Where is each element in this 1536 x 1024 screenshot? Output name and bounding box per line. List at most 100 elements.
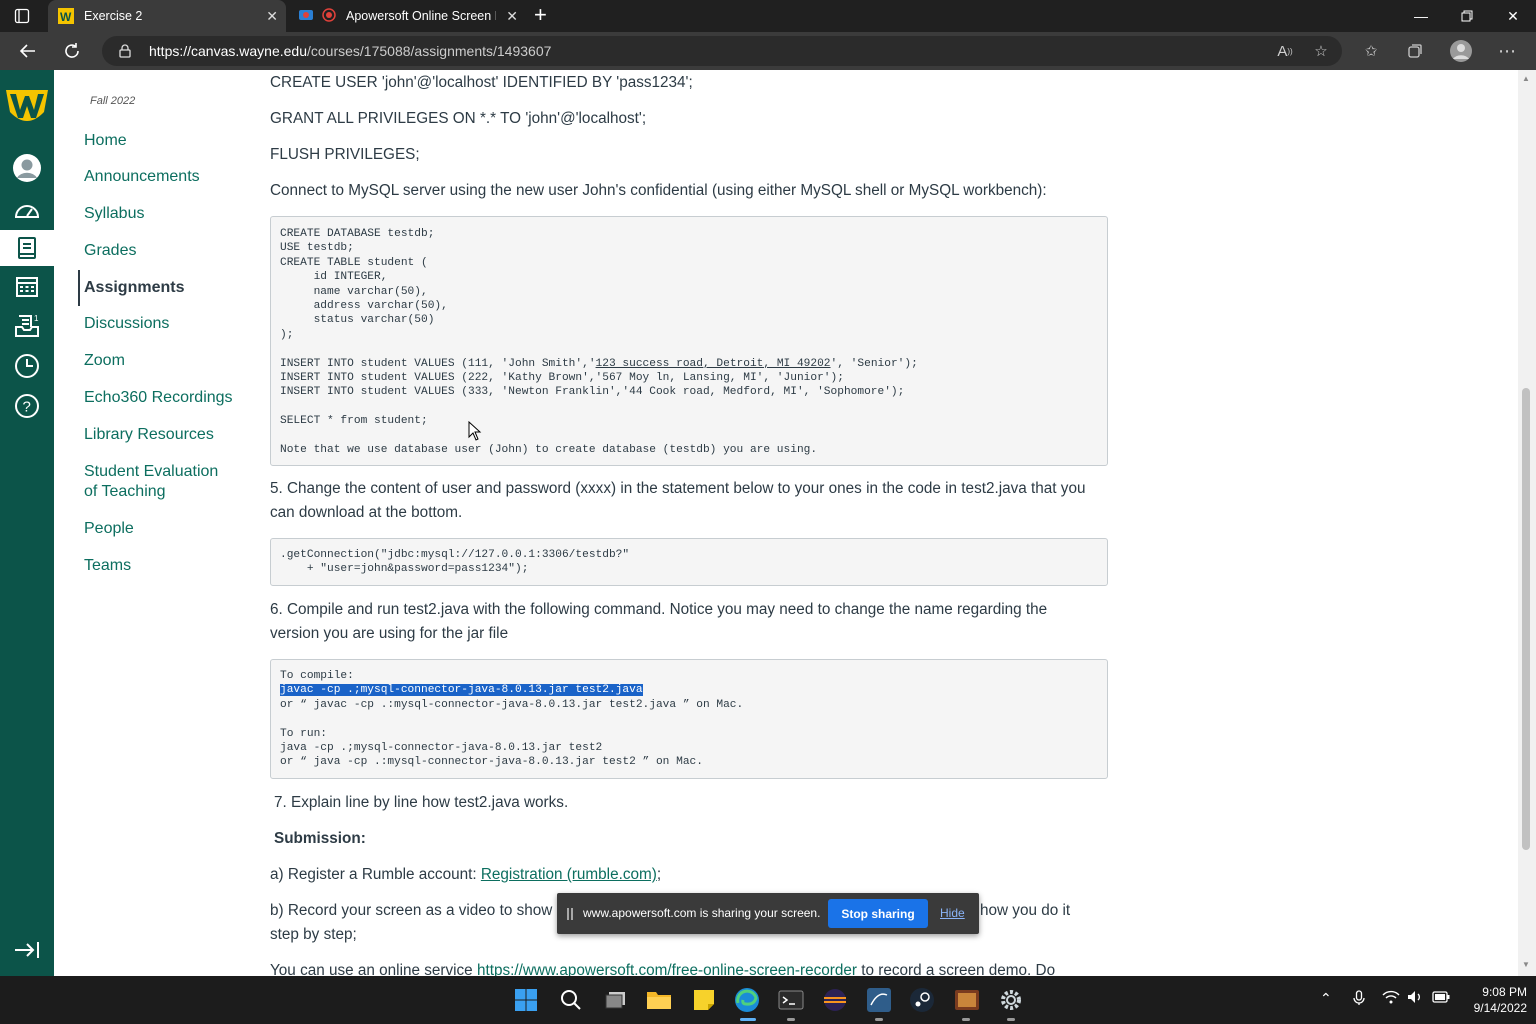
drag-handle-icon[interactable] xyxy=(567,907,573,925)
calendar-icon[interactable] xyxy=(11,270,43,302)
edge-browser-icon[interactable] xyxy=(731,984,763,1016)
browser-tab-bar: W Exercise 2 ✕ Apowersoft Online Screen … xyxy=(0,0,1536,32)
tab-apowersoft[interactable]: Apowersoft Online Screen R ✕ xyxy=(290,0,526,32)
active-app-indicator xyxy=(740,1018,756,1021)
global-nav: 1 ? xyxy=(0,70,54,976)
course-nav: Fall 2022 Home Announcements Syllabus Gr… xyxy=(54,70,256,976)
apowersoft-link[interactable]: https://www.apowersoft.com/free-online-s… xyxy=(477,962,857,976)
mouse-cursor-icon xyxy=(468,420,482,446)
url-text: https://canvas.wayne.edu/courses/175088/… xyxy=(149,43,552,59)
collections-icon[interactable] xyxy=(1402,38,1428,64)
eclipse-icon[interactable] xyxy=(819,984,851,1016)
clock-date: 9/14/2022 xyxy=(1473,1001,1527,1015)
more-menu-icon[interactable]: ⋯ xyxy=(1494,38,1520,64)
add-favorite-icon[interactable]: ☆ xyxy=(1308,38,1334,64)
sql-create-user: CREATE USER 'john'@'localhost' IDENTIFIE… xyxy=(270,74,693,91)
new-tab-icon[interactable]: + xyxy=(534,4,554,28)
tab-exercise-2[interactable]: W Exercise 2 ✕ xyxy=(48,0,286,32)
svg-text:?: ? xyxy=(23,399,31,416)
tab-title: Exercise 2 xyxy=(84,9,143,23)
sticky-notes-icon[interactable] xyxy=(688,984,720,1016)
course-nav-zoom[interactable]: Zoom xyxy=(84,351,125,371)
assignment-content: CREATE USER 'john'@'localhost' IDENTIFIE… xyxy=(256,70,1518,976)
submission-b-start: b) Record your screen as a video to show xyxy=(270,902,553,919)
course-nav-grades[interactable]: Grades xyxy=(84,241,136,261)
step-6-text: 6. Compile and run test2.java with the f… xyxy=(270,601,1048,642)
show-hidden-icons-icon[interactable]: ⌃ xyxy=(1320,990,1332,1007)
page-scrollbar[interactable]: ▲ ▼ xyxy=(1518,70,1536,976)
lock-icon[interactable] xyxy=(118,44,132,63)
course-nav-echo360[interactable]: Echo360 Recordings xyxy=(84,388,233,408)
connect-instruction: Connect to MySQL server using the new us… xyxy=(270,182,1047,199)
mysql-workbench-icon[interactable] xyxy=(863,984,895,1016)
inbox-icon[interactable]: 1 xyxy=(11,310,43,342)
steam-icon[interactable] xyxy=(906,984,938,1016)
course-nav-discussions[interactable]: Discussions xyxy=(84,314,169,334)
clock-time: 9:08 PM xyxy=(1482,985,1527,999)
url-field[interactable]: https://canvas.wayne.edu/courses/175088/… xyxy=(102,36,1342,66)
course-nav-evaluation[interactable]: Student Evaluation of Teaching xyxy=(84,462,234,502)
tab-actions-icon[interactable] xyxy=(14,8,30,24)
terminal-icon[interactable] xyxy=(775,984,807,1016)
record-dot-icon xyxy=(322,7,336,25)
java-connection-code: .getConnection("jdbc:mysql://127.0.0.1:3… xyxy=(280,549,630,576)
game-app-icon[interactable] xyxy=(951,984,983,1016)
stop-sharing-button[interactable]: Stop sharing xyxy=(828,899,928,928)
course-nav-people[interactable]: People xyxy=(84,519,134,539)
scrollbar-thumb[interactable] xyxy=(1522,388,1530,850)
battery-icon[interactable] xyxy=(1432,990,1450,1006)
address-bar: https://canvas.wayne.edu/courses/175088/… xyxy=(0,32,1536,70)
restore-icon[interactable] xyxy=(1444,0,1490,32)
task-view-icon[interactable] xyxy=(600,984,632,1016)
start-icon[interactable] xyxy=(510,984,542,1016)
submission-b-end: how you do it xyxy=(980,902,1071,919)
submission-b-line2: step by step; xyxy=(270,926,357,943)
course-nav-assignments[interactable]: Assignments xyxy=(84,278,184,298)
scroll-up-icon[interactable]: ▲ xyxy=(1522,74,1530,83)
tab-close-icon[interactable]: ✕ xyxy=(266,8,278,25)
microphone-icon[interactable] xyxy=(1353,990,1365,1009)
volume-icon[interactable] xyxy=(1407,990,1423,1007)
address-link[interactable]: 123 success road, Detroit, MI 49202 xyxy=(596,358,831,370)
system-clock[interactable]: 9:08 PM 9/14/2022 xyxy=(1457,984,1527,1016)
course-nav-library[interactable]: Library Resources xyxy=(84,425,214,445)
wayne-favicon-icon: W xyxy=(58,8,74,24)
recorder-favicon-icon xyxy=(298,7,314,26)
running-app-indicator xyxy=(787,1018,795,1021)
courses-icon[interactable] xyxy=(0,230,54,266)
back-icon[interactable] xyxy=(14,37,42,65)
settings-gear-icon[interactable] xyxy=(995,984,1027,1016)
tab-close-icon[interactable]: ✕ xyxy=(506,8,518,25)
java-connection-code-block: .getConnection("jdbc:mysql://127.0.0.1:3… xyxy=(270,538,1108,586)
course-nav-teams[interactable]: Teams xyxy=(84,556,131,576)
scroll-down-icon[interactable]: ▼ xyxy=(1522,960,1530,969)
wayne-state-logo[interactable] xyxy=(4,84,50,130)
windows-taskbar: ⌃ 9:08 PM 9/14/2022 xyxy=(0,976,1536,1024)
account-avatar-icon[interactable] xyxy=(11,152,43,184)
wifi-icon[interactable] xyxy=(1382,990,1400,1007)
course-nav-announcements[interactable]: Announcements xyxy=(84,167,200,187)
close-window-icon[interactable]: ✕ xyxy=(1490,0,1536,32)
favorites-icon[interactable]: ✩ xyxy=(1358,38,1384,64)
read-aloud-icon[interactable]: A)) xyxy=(1272,38,1298,64)
compile-code: To compile: javac -cp .;mysql-connector-… xyxy=(280,670,744,769)
minimize-icon[interactable]: — xyxy=(1398,0,1444,32)
search-icon[interactable] xyxy=(555,984,587,1016)
hide-banner-link[interactable]: Hide xyxy=(940,906,965,920)
help-icon[interactable]: ? xyxy=(11,390,43,422)
sql-code-block: CREATE DATABASE testdb; USE testdb; CREA… xyxy=(270,216,1108,466)
course-nav-home[interactable]: Home xyxy=(84,131,127,151)
selected-compile-command[interactable]: javac -cp .;mysql-connector-java-8.0.13.… xyxy=(280,684,643,697)
history-icon[interactable] xyxy=(11,350,43,382)
collapse-nav-icon[interactable] xyxy=(11,934,43,966)
dashboard-icon[interactable] xyxy=(11,194,43,226)
profile-avatar-icon[interactable] xyxy=(1448,38,1474,64)
submission-heading: Submission: xyxy=(274,830,366,847)
file-explorer-icon[interactable] xyxy=(643,984,675,1016)
sql-code: CREATE DATABASE testdb; USE testdb; CREA… xyxy=(280,228,918,457)
course-nav-syllabus[interactable]: Syllabus xyxy=(84,204,144,224)
rumble-registration-link[interactable]: Registration (rumble.com) xyxy=(481,866,657,883)
share-status-text: www.apowersoft.com is sharing your scree… xyxy=(583,906,821,920)
svg-text:1: 1 xyxy=(34,314,39,323)
reload-icon[interactable] xyxy=(58,37,86,65)
